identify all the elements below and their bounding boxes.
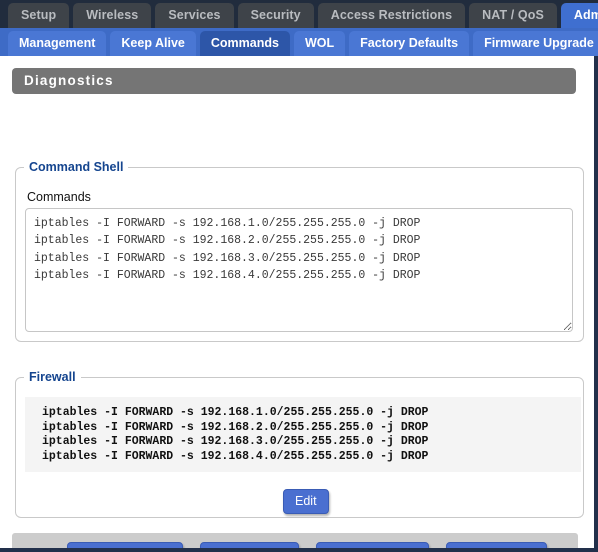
firewall-output: iptables -I FORWARD -s 192.168.1.0/255.2…: [25, 397, 581, 472]
primary-tab-access-restrictions[interactable]: Access Restrictions: [317, 3, 466, 28]
save-startup-button[interactable]: Save Startup: [200, 542, 299, 548]
save-shutdown-button[interactable]: Save Shutdown: [315, 542, 430, 548]
primary-tab-services[interactable]: Services: [155, 3, 234, 28]
secondary-nav-bar: Management Keep Alive Commands WOL Facto…: [0, 28, 598, 56]
tab-factory-defaults[interactable]: Factory Defaults: [349, 31, 470, 56]
page-title: Diagnostics: [12, 68, 576, 94]
action-bar-row-primary: Run Commands Save Startup Save Shutdown …: [67, 542, 548, 548]
tab-wol[interactable]: WOL: [293, 31, 346, 56]
commands-label: Commands: [27, 190, 91, 204]
primary-tab-setup[interactable]: Setup: [8, 3, 70, 28]
action-bar: Run Commands Save Startup Save Shutdown …: [12, 533, 578, 548]
command-shell-legend: Command Shell: [29, 160, 124, 174]
commands-textarea[interactable]: [25, 208, 573, 332]
page-content: Diagnostics Command Shell Commands Firew…: [0, 56, 598, 552]
tab-firmware-upgrade[interactable]: Firmware Upgrade: [473, 31, 598, 56]
save-firewall-button[interactable]: Save Firewall: [446, 542, 548, 548]
primary-tab-wireless[interactable]: Wireless: [73, 3, 152, 28]
primary-tab-administration[interactable]: Administration: [560, 3, 598, 28]
tab-management[interactable]: Management: [8, 31, 107, 56]
run-commands-button[interactable]: Run Commands: [67, 542, 184, 548]
primary-tab-security[interactable]: Security: [237, 3, 314, 28]
primary-tab-nat-qos[interactable]: NAT / QoS: [469, 3, 557, 28]
primary-nav-bar: Setup Wireless Services Security Access …: [0, 0, 598, 28]
primary-tab-list: Setup Wireless Services Security Access …: [8, 3, 598, 28]
router-admin-page: Setup Wireless Services Security Access …: [0, 0, 598, 552]
secondary-tab-list: Management Keep Alive Commands WOL Facto…: [8, 31, 598, 56]
firewall-legend: Firewall: [29, 370, 76, 384]
tab-commands[interactable]: Commands: [199, 31, 290, 56]
edit-button[interactable]: Edit: [283, 489, 329, 514]
tab-keep-alive[interactable]: Keep Alive: [110, 31, 196, 56]
